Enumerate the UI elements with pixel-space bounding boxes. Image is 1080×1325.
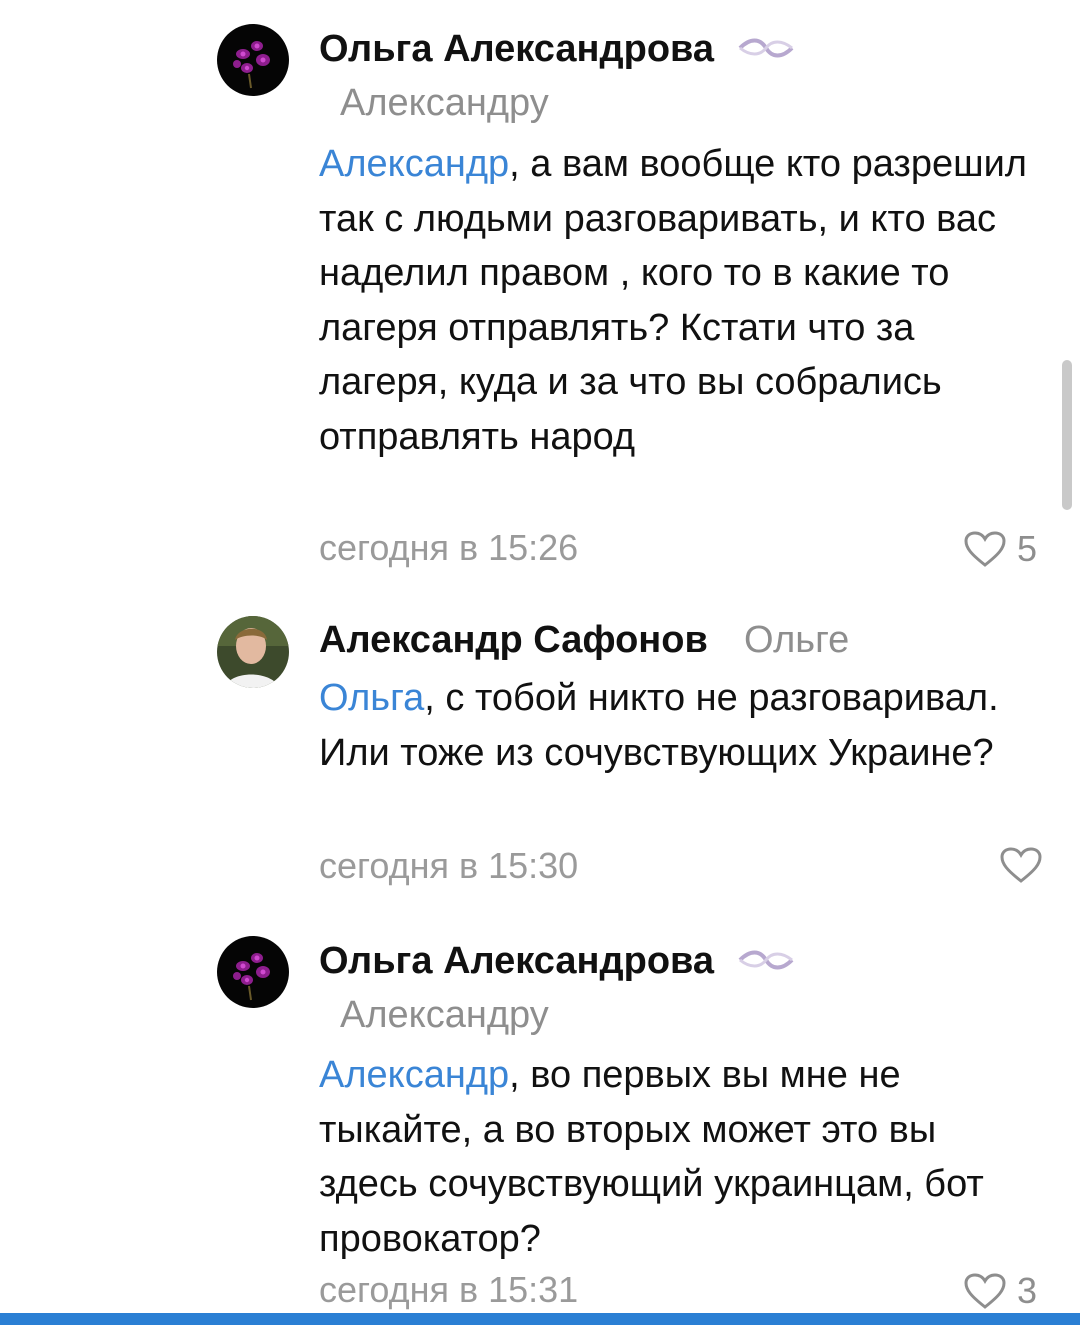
bottom-bar [0, 1313, 1080, 1325]
orchid-avatar[interactable] [217, 936, 289, 1008]
comment-text: Александр, а вам вообще кто разрешил так… [319, 137, 1039, 464]
person-avatar[interactable] [217, 616, 289, 688]
heart-icon [964, 531, 1006, 567]
comment-1: Ольга Александрова Александру Александр,… [0, 0, 1080, 600]
heart-icon [964, 1273, 1006, 1309]
like-button[interactable]: 3 [963, 1270, 1037, 1312]
comment-text: Ольга, с тобой никто не разговаривал. Ил… [319, 671, 1039, 780]
comment-timestamp: сегодня в 15:26 [319, 527, 579, 568]
comment-3: Ольга Александрова Александру Александр,… [0, 920, 1080, 1325]
comment-timestamp: сегодня в 15:31 [319, 1269, 579, 1310]
mention-link[interactable]: Александр [319, 143, 509, 185]
comment-2: Александр Сафонов Ольге Ольга, с тобой н… [0, 600, 1080, 920]
comment-author[interactable]: Александр Сафонов [319, 619, 708, 662]
heart-icon [1000, 847, 1042, 883]
comment-author[interactable]: Ольга Александрова [319, 940, 714, 983]
comment-body: , а вам вообще кто разрешил так с людьми… [319, 143, 1027, 458]
ribbon-icon [738, 38, 794, 58]
like-count: 3 [1017, 1270, 1038, 1311]
comment-timestamp: сегодня в 15:30 [319, 845, 579, 886]
like-button[interactable]: 5 [963, 528, 1037, 570]
comment-text: Александр, во первых вы мне не тыкайте, … [319, 1048, 1039, 1266]
scrollbar[interactable] [1062, 360, 1072, 510]
like-count: 5 [1017, 528, 1038, 569]
mention-link[interactable]: Ольга [319, 677, 424, 719]
ribbon-icon [738, 950, 794, 970]
reply-to-label[interactable]: Александру [340, 994, 549, 1037]
comment-author[interactable]: Ольга Александрова [319, 28, 714, 71]
reply-to-label[interactable]: Ольге [744, 619, 849, 662]
mention-link[interactable]: Александр [319, 1054, 509, 1096]
like-button[interactable] [999, 846, 1053, 884]
reply-to-label[interactable]: Александру [340, 82, 549, 125]
orchid-avatar[interactable] [217, 24, 289, 96]
